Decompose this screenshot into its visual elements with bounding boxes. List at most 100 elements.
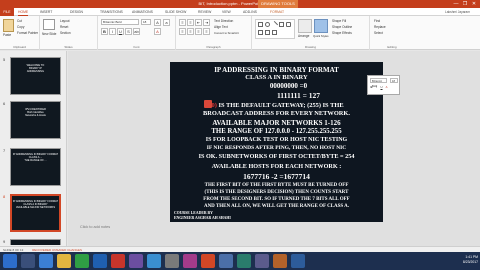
slide-subtitle[interactable]: CLASS A IN BINARY [170, 74, 383, 81]
loopback-range-line[interactable]: THE RANGE OF 127.0.0.0 - 127.255.255.255 [170, 128, 383, 135]
app-taskbar-icon[interactable] [255, 254, 269, 268]
mini-bold-button[interactable]: B [370, 86, 373, 89]
app-taskbar-icon[interactable] [165, 254, 179, 268]
grow-font-button[interactable]: A [154, 19, 161, 26]
quick-access-toolbar[interactable] [2, 1, 24, 14]
font-name-dropdown[interactable]: Britannic Bold [101, 19, 139, 25]
arrow-shape-icon[interactable] [265, 30, 270, 35]
find-button[interactable]: Find [374, 19, 380, 24]
section-button[interactable]: Section [60, 31, 71, 36]
slide-title[interactable]: IP ADDRESSING IN BINARY FORMAT [170, 66, 383, 74]
slide-thumbnail[interactable]: IP ADDRESSING IN BINARY FORMAT CLASS A .… [10, 148, 61, 186]
mini-font-color-button[interactable]: A [385, 86, 388, 89]
arrange-icon[interactable] [298, 19, 312, 33]
ie-taskbar-icon[interactable] [39, 254, 53, 268]
numbering-button[interactable]: ≡ [187, 19, 194, 26]
acrobat-taskbar-icon[interactable] [111, 254, 125, 268]
nic-response-line[interactable]: IF NIC RESPONDS AFTER PING, THEN, NO HOS… [170, 145, 383, 151]
decrease-indent-button[interactable]: ⇤ [195, 19, 202, 26]
tab-design[interactable]: DESIGN [70, 8, 83, 16]
text-direction-button[interactable]: Text Direction [214, 19, 233, 24]
app-taskbar-icon[interactable] [219, 254, 233, 268]
designer-line[interactable]: (THIS IS THE DESIGNERS DECISION) THEN CO… [170, 190, 383, 195]
explorer-taskbar-icon[interactable] [21, 254, 35, 268]
maximize-button[interactable]: ❐ [461, 1, 469, 7]
font-size-dropdown[interactable]: 18 [141, 19, 151, 25]
mini-font-dropdown[interactable]: Britannic Bold [370, 78, 387, 88]
new-slide-icon[interactable] [43, 19, 55, 30]
mini-toolbar[interactable]: Britannic Bold 18 B I U A [367, 75, 400, 95]
quick-styles-icon[interactable] [314, 19, 328, 33]
new-slide-button[interactable]: New Slide [42, 32, 56, 37]
tab-insert[interactable]: INSERT [40, 8, 52, 16]
tab-view[interactable]: VIEW [222, 8, 231, 16]
app-taskbar-icon[interactable] [273, 254, 287, 268]
align-center-button[interactable]: ≡ [187, 28, 194, 35]
shadow-button[interactable]: S [125, 28, 132, 35]
tab-review[interactable]: REVIEW [198, 8, 211, 16]
first-bit-line[interactable]: THE FIRST BIT OF THE FIRST BYTE MUST BE … [170, 183, 383, 188]
course-leader-name[interactable]: ENGINEER ASGHAR AH SHAHI [174, 216, 264, 220]
paste-label[interactable]: Paste [3, 33, 11, 38]
convert-smartart-button[interactable]: Convert to SmartArt [214, 31, 239, 36]
line-shape-icon[interactable] [270, 20, 279, 29]
strikethrough-button[interactable]: ab [133, 28, 140, 35]
cut-button[interactable]: Cut [17, 19, 22, 24]
paste-icon[interactable] [3, 19, 14, 32]
format-painter-button[interactable]: Format Painter [17, 31, 38, 36]
broadcast-line[interactable]: BROADCAST ADDRESS FOR EVERY NETWORK. [170, 110, 383, 117]
onenote-taskbar-icon[interactable] [129, 254, 143, 268]
tab-file[interactable]: FILE [0, 8, 14, 16]
align-left-button[interactable]: ≡ [179, 28, 186, 35]
tab-slide-show[interactable]: SLIDE SHOW [165, 8, 186, 16]
oval-shape-icon[interactable] [265, 22, 270, 27]
italic-button[interactable]: I [109, 28, 116, 35]
textbox-shape-icon[interactable] [279, 22, 284, 27]
bullets-button[interactable]: ≡ [179, 19, 186, 26]
shape-effects-button[interactable]: Shape Effects [332, 31, 352, 36]
binary-zero-line[interactable]: 00000000 =0 [182, 82, 395, 90]
notes-placeholder[interactable]: Click to add notes [80, 225, 230, 229]
bold-button[interactable]: B [101, 28, 108, 35]
close-button[interactable]: ✕ [470, 1, 478, 7]
triangle-shape-icon[interactable] [258, 30, 263, 35]
course-leader-label[interactable]: COURSE LEADER BY [174, 211, 254, 215]
subnetworks-line[interactable]: IS OK. SUBNETWORKS OF FIRST OCTET/BYTE =… [170, 153, 383, 160]
layout-button[interactable]: Layout [60, 19, 70, 24]
font-color-button[interactable]: A [154, 28, 161, 35]
tab-add-ins[interactable]: ADD-INS [243, 8, 257, 16]
app-taskbar-icon[interactable] [291, 254, 305, 268]
slide-thumbnail-selected[interactable]: IP ADDRESSING IN BINARY FORMAT CLASS A I… [10, 194, 61, 232]
justify-button[interactable]: ≡ [203, 28, 210, 35]
tab-home[interactable]: HOME [18, 8, 29, 16]
quick-styles-button[interactable]: Quick Styles [313, 34, 329, 39]
slide-thumbnail[interactable] [10, 239, 61, 245]
rectangle-shape-icon[interactable] [258, 22, 263, 27]
word-taskbar-icon[interactable] [93, 254, 107, 268]
available-hosts-line[interactable]: AVAILABLE HOSTS FOR EACH NETWORK : [170, 163, 383, 170]
tab-transitions[interactable]: TRANSITIONS [100, 8, 123, 16]
mini-underline-button[interactable]: U [380, 86, 383, 89]
slide-thumbnail[interactable]: WELCOME TO BINARY IP ADDRESSING [10, 57, 61, 95]
increase-indent-button[interactable]: ⇥ [203, 19, 210, 26]
loopback-test-line[interactable]: IS FOR LOOPBACK TEST OR HOST NIC TESTING [170, 137, 383, 143]
excel-taskbar-icon[interactable] [75, 254, 89, 268]
outlook-taskbar-icon[interactable] [147, 254, 161, 268]
star-shape-icon[interactable] [272, 30, 277, 35]
powerpoint-taskbar-icon[interactable] [201, 254, 215, 268]
user-name[interactable]: Lakshmi Jayaram [445, 8, 478, 16]
minimize-button[interactable]: — [452, 1, 460, 7]
shrink-font-button[interactable]: a [163, 19, 170, 26]
select-button[interactable]: Select [374, 31, 383, 36]
major-networks-line[interactable]: AVAILABLE MAJOR NETWORKS 1-126 [170, 119, 383, 127]
align-right-button[interactable]: ≡ [195, 28, 202, 35]
copy-button[interactable]: Copy [17, 25, 24, 30]
mini-size-dropdown[interactable]: 18 [390, 78, 398, 83]
shapes-gallery[interactable] [255, 19, 295, 39]
slide-thumbnail[interactable]: IPV4 IDENTIFIER Both Identifies Networks… [10, 101, 61, 139]
underline-button[interactable]: U [117, 28, 124, 35]
slide-canvas[interactable]: IP ADDRESSING IN BINARY FORMAT CLASS A I… [170, 62, 383, 222]
hosts-count-line[interactable]: 1677716 -2 =1677714 [170, 172, 383, 181]
arrange-button[interactable]: Arrange [298, 34, 309, 39]
shape-fill-button[interactable]: Shape Fill [332, 19, 346, 24]
